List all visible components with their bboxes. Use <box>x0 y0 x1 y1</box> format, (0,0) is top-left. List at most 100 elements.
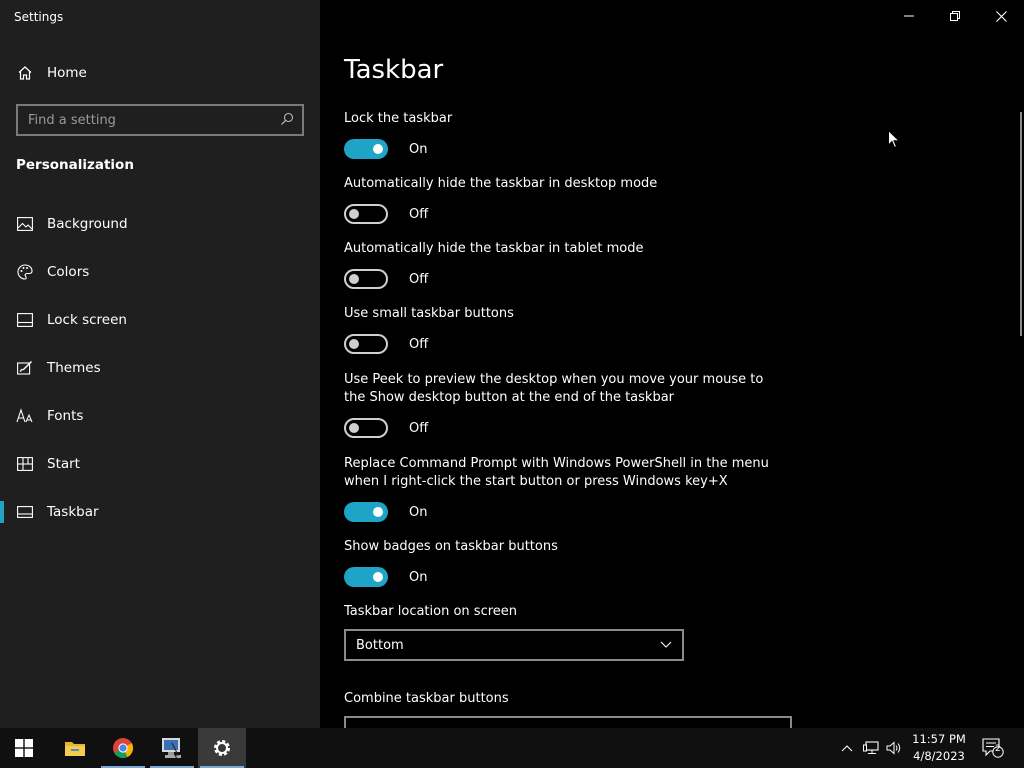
clock-date: 4/8/2023 <box>913 749 965 763</box>
settings-button[interactable] <box>198 728 246 768</box>
search-box[interactable] <box>16 104 304 136</box>
small-buttons-toggle[interactable] <box>344 334 388 354</box>
sidebar: Settings Home Personalization Background… <box>0 0 320 728</box>
setting-label: Automatically hide the taskbar in tablet… <box>344 241 644 256</box>
lock-screen-icon <box>16 311 34 329</box>
setting-location: Taskbar location on screen Bottom <box>344 603 784 661</box>
setting-label: Lock the taskbar <box>344 111 453 126</box>
minimize-icon <box>904 15 914 17</box>
sidebar-item-label: Themes <box>47 360 101 376</box>
setting-label: Show badges on taskbar buttons <box>344 539 558 554</box>
app-title: Settings <box>14 10 64 24</box>
sidebar-item-lock-screen[interactable]: Lock screen <box>0 296 320 344</box>
setting-badges: Show badges on taskbar buttons On <box>344 538 784 587</box>
setting-powershell: Replace Command Prompt with Windows Powe… <box>344 455 784 522</box>
chrome-icon <box>113 738 134 759</box>
restore-icon <box>950 11 960 21</box>
setting-label: Use small taskbar buttons <box>344 306 514 321</box>
action-center-button[interactable]: 2 <box>978 728 1008 768</box>
close-icon <box>995 10 1007 22</box>
close-button[interactable] <box>978 0 1024 32</box>
lock-taskbar-toggle[interactable] <box>344 139 388 159</box>
setting-label: Use Peek to preview the desktop when you… <box>344 372 764 405</box>
sidebar-item-fonts[interactable]: Fonts <box>0 392 320 440</box>
setting-peek: Use Peek to preview the desktop when you… <box>344 371 784 438</box>
sidebar-item-start[interactable]: Start <box>0 440 320 488</box>
home-label: Home <box>47 65 87 81</box>
setting-autohide-tablet: Automatically hide the taskbar in tablet… <box>344 240 784 289</box>
home-nav-item[interactable]: Home <box>16 62 87 84</box>
show-hidden-icons-button[interactable] <box>838 728 856 768</box>
sidebar-item-label: Colors <box>47 264 90 280</box>
palette-icon <box>16 263 34 281</box>
location-dropdown[interactable]: Bottom <box>344 629 684 661</box>
toggle-state: Off <box>409 336 429 352</box>
mouse-cursor-icon <box>888 129 901 153</box>
powershell-toggle[interactable] <box>344 502 388 522</box>
setting-label: Taskbar location on screen <box>344 604 518 619</box>
image-icon <box>16 215 34 233</box>
minimize-button[interactable] <box>886 0 932 32</box>
section-title: Personalization <box>16 157 134 173</box>
taskbar: 11:57 PM 4/8/2023 2 <box>0 728 1024 768</box>
toggle-state: Off <box>409 271 429 287</box>
setting-label: Automatically hide the taskbar in deskto… <box>344 176 658 191</box>
fonts-icon <box>16 407 34 425</box>
toggle-state: Off <box>409 206 429 222</box>
sidebar-item-label: Lock screen <box>47 312 127 328</box>
search-icon[interactable] <box>280 111 294 130</box>
sidebar-item-label: Background <box>47 216 128 232</box>
setting-small-buttons: Use small taskbar buttons Off <box>344 305 784 354</box>
peek-toggle[interactable] <box>344 418 388 438</box>
combine-dropdown[interactable] <box>344 716 792 728</box>
notification-count: 2 <box>995 744 1001 754</box>
windows-logo-icon <box>15 739 33 757</box>
setting-combine: Combine taskbar buttons <box>344 690 792 728</box>
file-explorer-button[interactable] <box>51 728 99 768</box>
restore-button[interactable] <box>932 0 978 32</box>
sidebar-item-background[interactable]: Background <box>0 200 320 248</box>
main-content: Taskbar Lock the taskbar On Automaticall… <box>320 0 1024 728</box>
chrome-button[interactable] <box>99 728 147 768</box>
autohide-tablet-toggle[interactable] <box>344 269 388 289</box>
settings-icon <box>214 740 230 756</box>
start-button[interactable] <box>0 728 48 768</box>
toggle-state: On <box>409 504 428 520</box>
network-icon <box>863 741 879 754</box>
volume-icon <box>886 741 901 755</box>
toggle-state: On <box>409 569 428 585</box>
window-controls <box>886 0 1024 32</box>
setting-autohide-desktop: Automatically hide the taskbar in deskto… <box>344 175 784 224</box>
sidebar-item-themes[interactable]: Themes <box>0 344 320 392</box>
app-icon <box>162 738 181 759</box>
setting-label: Combine taskbar buttons <box>344 691 509 706</box>
scrollbar[interactable] <box>1020 112 1022 336</box>
setting-label: Replace Command Prompt with Windows Powe… <box>344 456 769 489</box>
toggle-state: On <box>409 141 428 157</box>
network-button[interactable] <box>861 728 881 768</box>
search-input[interactable] <box>28 112 280 128</box>
dropdown-value: Bottom <box>356 637 404 653</box>
sidebar-item-colors[interactable]: Colors <box>0 248 320 296</box>
sidebar-item-taskbar[interactable]: Taskbar <box>0 488 320 536</box>
home-icon <box>16 64 34 82</box>
page-title: Taskbar <box>344 55 444 85</box>
autohide-desktop-toggle[interactable] <box>344 204 388 224</box>
chevron-down-icon <box>660 638 672 653</box>
toggle-state: Off <box>409 420 429 436</box>
start-icon <box>16 455 34 473</box>
app-button[interactable] <box>148 728 196 768</box>
chevron-up-icon <box>841 745 853 752</box>
setting-lock-taskbar: Lock the taskbar On <box>344 110 784 159</box>
themes-icon <box>16 359 34 377</box>
sidebar-item-label: Start <box>47 456 80 472</box>
sidebar-item-label: Fonts <box>47 408 84 424</box>
clock-time: 11:57 PM <box>912 732 966 746</box>
volume-button[interactable] <box>884 728 904 768</box>
badges-toggle[interactable] <box>344 567 388 587</box>
sidebar-item-label: Taskbar <box>47 504 99 520</box>
sidebar-nav: Background Colors Lock screen Themes Fon… <box>0 200 320 536</box>
clock[interactable]: 11:57 PM 4/8/2023 <box>906 731 972 765</box>
taskbar-icon <box>16 503 34 521</box>
file-explorer-icon <box>65 742 85 756</box>
